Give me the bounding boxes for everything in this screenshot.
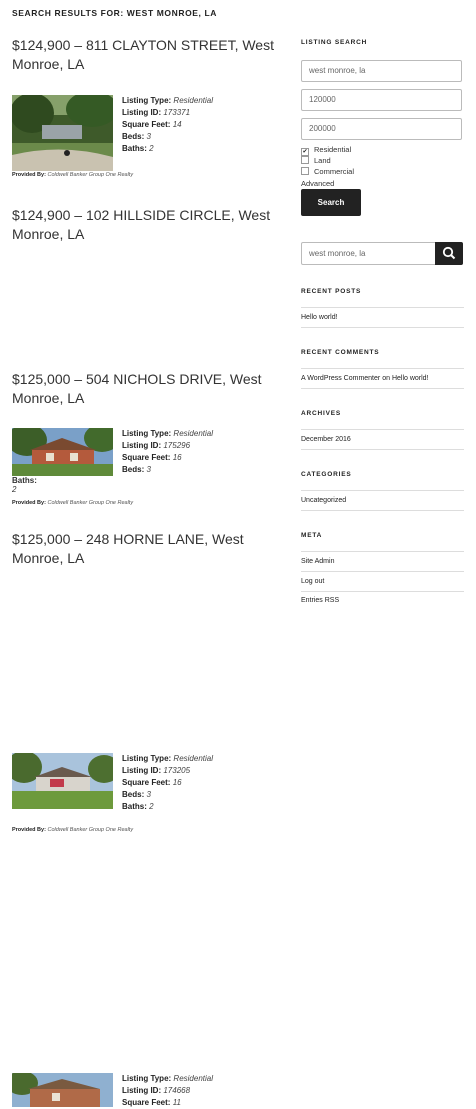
location-input[interactable]: west monroe, la: [301, 60, 462, 82]
divider: [301, 551, 464, 552]
divider: [301, 510, 464, 511]
listing-photo[interactable]: [12, 1073, 113, 1107]
divider: [301, 368, 464, 369]
listing-item: $125,000 – 504 NICHOLS DRIVE, West Monro…: [12, 370, 274, 833]
listing-title-link[interactable]: $124,900 – 811 CLAYTON STREET, West Monr…: [12, 36, 274, 74]
comment-author-link[interactable]: A WordPress Commenter: [301, 375, 380, 382]
listing-title-link[interactable]: $125,000 – 504 NICHOLS DRIVE, West Monro…: [12, 370, 274, 408]
divider: [301, 429, 464, 430]
listing-details: Listing Type: Residential Listing ID: 17…: [122, 1074, 213, 1107]
listing-title-link[interactable]: $125,000 – 248 HORNE LANE, West Monroe, …: [12, 530, 274, 568]
listing-details: Listing Type: Residential Listing ID: 17…: [122, 754, 213, 811]
widget-title-recent-comments: RECENT COMMENTS: [301, 349, 380, 356]
meta-logout-link[interactable]: Log out: [301, 578, 324, 585]
search-icon: [442, 246, 456, 260]
widget-title-categories: CATEGORIES: [301, 471, 352, 478]
comment-on-text: on: [382, 375, 390, 382]
site-search-button[interactable]: [435, 242, 463, 265]
advanced-search-link[interactable]: Advanced: [301, 179, 334, 188]
type-land-checkbox[interactable]: Land: [301, 156, 331, 165]
divider: [301, 388, 464, 389]
listing-item: $125,000 – 248 HORNE LANE, West Monroe, …: [12, 530, 274, 1107]
divider: [301, 449, 464, 450]
site-search-form: west monroe, la: [301, 242, 463, 265]
type-residential-checkbox[interactable]: ✔ Residential: [301, 145, 351, 156]
listing-item: $124,900 – 102 HILLSIDE CIRCLE, West Mon…: [12, 206, 274, 506]
divider: [301, 571, 464, 572]
recent-post-link[interactable]: Hello world!: [301, 314, 338, 321]
meta-entries-rss-link[interactable]: Entries RSS: [301, 597, 339, 604]
listing-photo[interactable]: [12, 95, 113, 171]
provided-by: Provided By: Coldwell Banker Group One R…: [12, 827, 134, 833]
listing-search-button[interactable]: Search: [301, 189, 361, 216]
divider: [301, 591, 464, 592]
widget-title-listing-search: LISTING SEARCH: [301, 39, 368, 46]
listing-photo[interactable]: [12, 753, 113, 809]
widget-title-recent-posts: RECENT POSTS: [301, 288, 362, 295]
type-commercial-checkbox[interactable]: Commercial: [301, 167, 354, 176]
meta-site-admin-link[interactable]: Site Admin: [301, 558, 334, 565]
listing-item: $124,900 – 811 CLAYTON STREET, West Monr…: [12, 36, 274, 206]
divider: [301, 307, 464, 308]
max-price-input[interactable]: 200000: [301, 118, 462, 140]
archive-link[interactable]: December 2016: [301, 436, 351, 443]
listing-details: Listing Type: Residential Listing ID: 17…: [122, 96, 213, 153]
site-search-input[interactable]: west monroe, la: [309, 243, 365, 264]
widget-title-meta: META: [301, 532, 323, 539]
listing-results: $124,900 – 811 CLAYTON STREET, West Monr…: [12, 36, 274, 1107]
comment-post-link[interactable]: Hello world!: [392, 375, 429, 382]
checkbox-icon[interactable]: [301, 167, 309, 175]
divider: [301, 327, 464, 328]
listing-title-link[interactable]: $124,900 – 102 HILLSIDE CIRCLE, West Mon…: [12, 206, 274, 244]
checkbox-icon[interactable]: [301, 156, 309, 164]
page-title: SEARCH RESULTS FOR: WEST MONROE, LA: [12, 8, 218, 18]
checkbox-checked-icon[interactable]: ✔: [301, 148, 309, 156]
provided-by: Provided By: Coldwell Banker Group One R…: [12, 172, 134, 178]
widget-title-archives: ARCHIVES: [301, 410, 341, 417]
recent-comment: A WordPress Commenter on Hello world!: [301, 375, 429, 382]
min-price-input[interactable]: 120000: [301, 89, 462, 111]
divider: [301, 490, 464, 491]
category-link[interactable]: Uncategorized: [301, 497, 346, 504]
